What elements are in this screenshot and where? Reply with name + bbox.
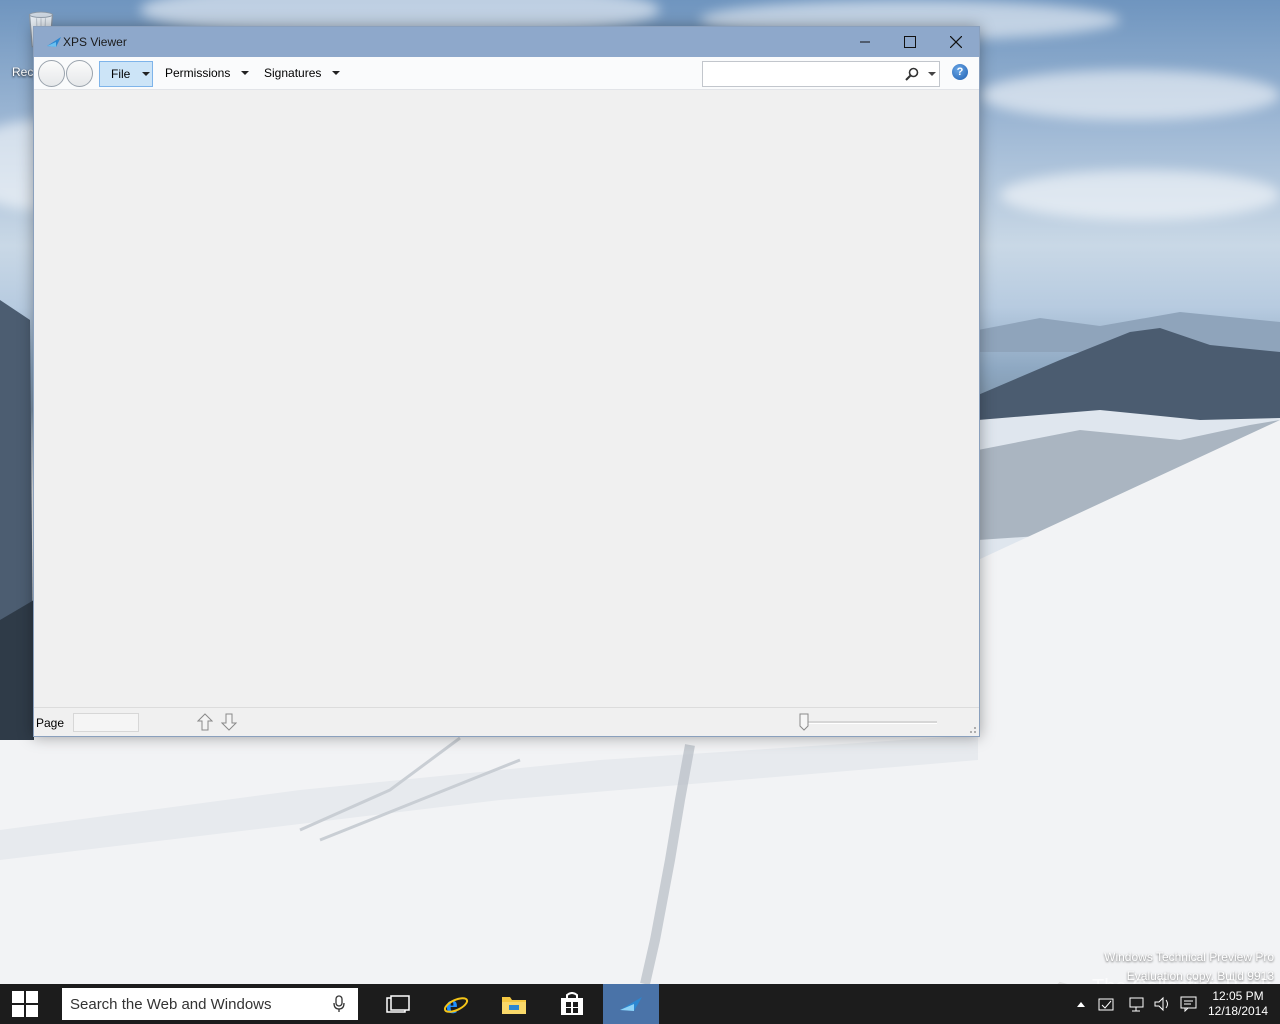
signatures-menu[interactable]: Signatures	[264, 61, 344, 85]
status-bar: Page	[34, 707, 979, 736]
taskbar-search-placeholder: Search the Web and Windows	[70, 996, 272, 1013]
permissions-menu[interactable]: Permissions	[165, 61, 255, 85]
watermark-line1: Windows Technical Preview Pro	[1104, 950, 1274, 964]
toolbar: File Permissions Signatures ?	[34, 57, 979, 90]
clock-date: 12/18/2014	[1207, 1004, 1269, 1018]
minimize-icon	[860, 41, 870, 43]
resize-grip-icon[interactable]	[967, 724, 977, 734]
taskbar-search-box[interactable]: Search the Web and Windows	[62, 988, 358, 1020]
forward-button[interactable]	[66, 60, 93, 87]
page-label: Page	[36, 716, 65, 730]
previous-page-button[interactable]	[197, 713, 213, 731]
network-icon[interactable]	[1128, 996, 1146, 1012]
search-options-dropdown[interactable]	[928, 72, 936, 76]
chevron-down-icon	[142, 72, 150, 76]
internet-explorer-button[interactable]: e	[428, 984, 484, 1024]
permissions-menu-label: Permissions	[165, 66, 231, 80]
title-bar[interactable]: XPS Viewer	[34, 27, 979, 57]
action-center-flag-icon[interactable]	[1098, 996, 1116, 1012]
zoom-slider-track[interactable]	[807, 721, 937, 724]
document-area[interactable]	[34, 90, 979, 707]
close-button[interactable]	[933, 27, 979, 57]
minimize-button[interactable]	[842, 27, 888, 57]
navigation-buttons	[37, 60, 93, 87]
task-view-icon	[386, 995, 410, 1013]
close-icon	[950, 36, 962, 48]
xps-viewer-window: XPS Viewer File Permissions Signatures ?…	[33, 26, 980, 737]
internet-explorer-icon: e	[443, 991, 469, 1017]
file-menu[interactable]: File	[99, 61, 153, 87]
back-button[interactable]	[38, 60, 65, 87]
xps-viewer-taskbar-button[interactable]	[603, 984, 659, 1024]
window-title: XPS Viewer	[63, 35, 127, 49]
volume-icon[interactable]	[1154, 996, 1172, 1012]
next-page-button[interactable]	[221, 713, 237, 731]
xps-viewer-icon	[620, 997, 642, 1011]
clock-time: 12:05 PM	[1212, 989, 1264, 1003]
page-number-field[interactable]	[73, 713, 139, 732]
file-menu-label: File	[111, 67, 131, 81]
zoom-slider-thumb[interactable]	[799, 713, 809, 731]
file-explorer-button[interactable]	[486, 984, 542, 1024]
maximize-button[interactable]	[887, 27, 933, 57]
xps-viewer-app-icon	[47, 37, 61, 47]
maximize-icon	[904, 36, 916, 48]
show-hidden-icons-icon[interactable]	[1076, 1000, 1086, 1008]
chevron-down-icon	[241, 71, 249, 75]
microphone-icon[interactable]	[332, 995, 346, 1013]
folder-icon	[502, 997, 526, 1014]
clock[interactable]: 12:05 PM 12/18/2014	[1204, 989, 1272, 1019]
help-button[interactable]: ?	[952, 64, 968, 80]
store-icon	[561, 992, 583, 1015]
store-button[interactable]	[544, 984, 600, 1024]
search-input[interactable]	[707, 64, 901, 86]
chevron-down-icon	[332, 71, 340, 75]
windows-logo-icon	[12, 991, 38, 1017]
notifications-icon[interactable]	[1180, 996, 1198, 1012]
signatures-menu-label: Signatures	[264, 66, 322, 80]
taskbar: Search the Web and Windows e 12:05 PM 12…	[0, 984, 1280, 1024]
task-view-button[interactable]	[370, 984, 426, 1024]
search-icon[interactable]	[905, 67, 919, 81]
search-box	[702, 61, 940, 87]
start-button[interactable]	[0, 984, 50, 1024]
